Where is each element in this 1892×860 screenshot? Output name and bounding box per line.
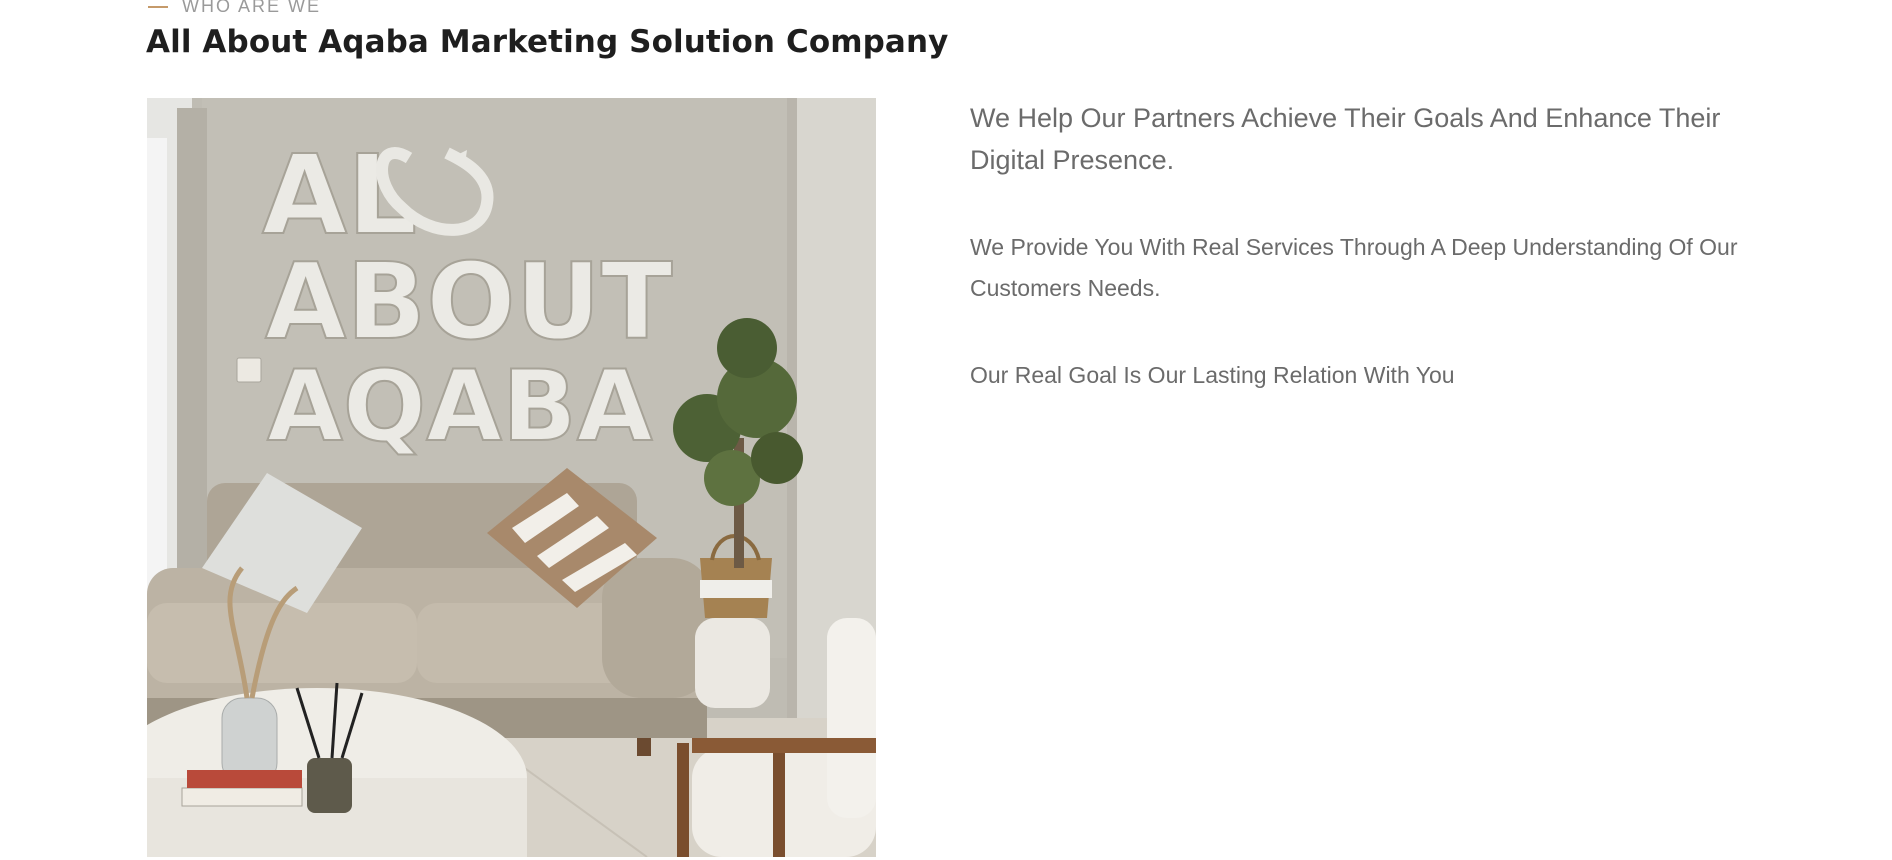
eyebrow-label: WHO ARE WE [182, 0, 322, 16]
svg-text:AQABA: AQABA [267, 350, 653, 464]
office-photo: AL ABOUT AQABA [147, 98, 876, 857]
eyebrow-dash [148, 5, 168, 8]
about-paragraph-services: We Provide You With Real Services Throug… [970, 234, 1738, 301]
about-paragraph-goal: Our Real Goal Is Our Lasting Relation Wi… [970, 362, 1455, 388]
section-eyebrow: WHO ARE WE [148, 0, 321, 17]
svg-text:ABOUT: ABOUT [265, 241, 673, 363]
about-lead: We Help Our Partners Achieve Their Goals… [970, 103, 1721, 175]
about-text-column: We Help Our Partners Achieve Their Goals… [970, 97, 1790, 442]
section-heading: All About Aqaba Marketing Solution Compa… [146, 24, 949, 60]
